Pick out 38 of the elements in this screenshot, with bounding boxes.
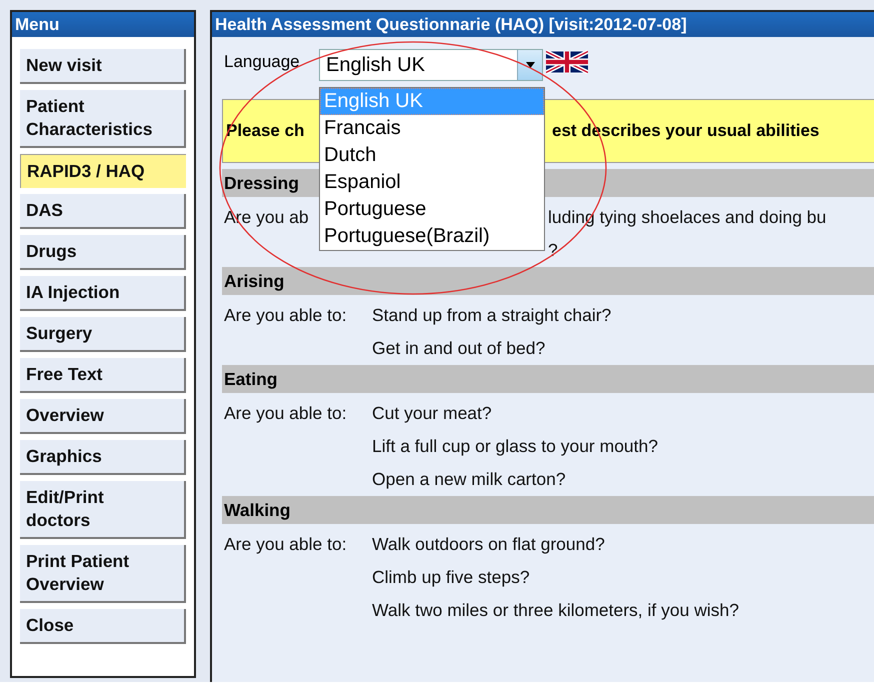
language-option[interactable]: Francais [320,115,544,142]
language-option[interactable]: Portuguese [320,196,544,223]
question-text: Cut your meat? [372,403,492,424]
question-text: Open a new milk carton? [372,469,566,490]
section-header: Arising [222,267,874,295]
menu-button[interactable]: Patient Characteristics [20,90,186,148]
menu-button[interactable]: RAPID3 / HAQ [20,154,186,188]
question-text: Walk outdoors on flat ground? [372,534,605,555]
menu-title: Menu [12,12,194,37]
menu-button[interactable]: Free Text [20,358,186,393]
language-option[interactable]: Espaniol [320,169,544,196]
menu-button[interactable]: IA Injection [20,276,186,311]
menu-button[interactable]: New visit [20,49,186,84]
menu-button[interactable]: Edit/Print doctors [20,481,186,539]
section-header: Walking [222,496,874,524]
menu-button[interactable]: Close [20,609,186,644]
question-prompt: Are you able to: [224,403,348,424]
menu-button[interactable]: Graphics [20,440,186,475]
language-option[interactable]: Portuguese(Brazil) [320,223,544,250]
language-label: Language [224,52,301,72]
question-text: Lift a full cup or glass to your mouth? [372,436,658,457]
question-text: Stand up from a straight chair? [372,305,612,326]
menu-button[interactable]: Overview [20,399,186,434]
flag-icon [546,50,588,74]
question-text: Walk two miles or three kilometers, if you wish? [372,600,739,621]
question-prompt: Are you able to: [224,305,348,326]
section-header: Eating [222,365,874,393]
panel-title: Health Assessment Questionnarie (HAQ) [visit:2012-07-08] [212,12,874,37]
question-text: Climb up five steps? [372,567,530,588]
menu-button[interactable]: Surgery [20,317,186,352]
menu-button[interactable]: DAS [20,194,186,229]
language-dropdown[interactable]: English UK [319,49,543,81]
question-prompt: Are you able to: [224,534,348,555]
menu-button[interactable]: Print Patient Overview [20,545,186,603]
menu-button[interactable]: Drugs [20,235,186,270]
caret-icon [526,62,534,68]
language-option[interactable]: Dutch [320,142,544,169]
question-text: Get in and out of bed? [372,338,546,359]
